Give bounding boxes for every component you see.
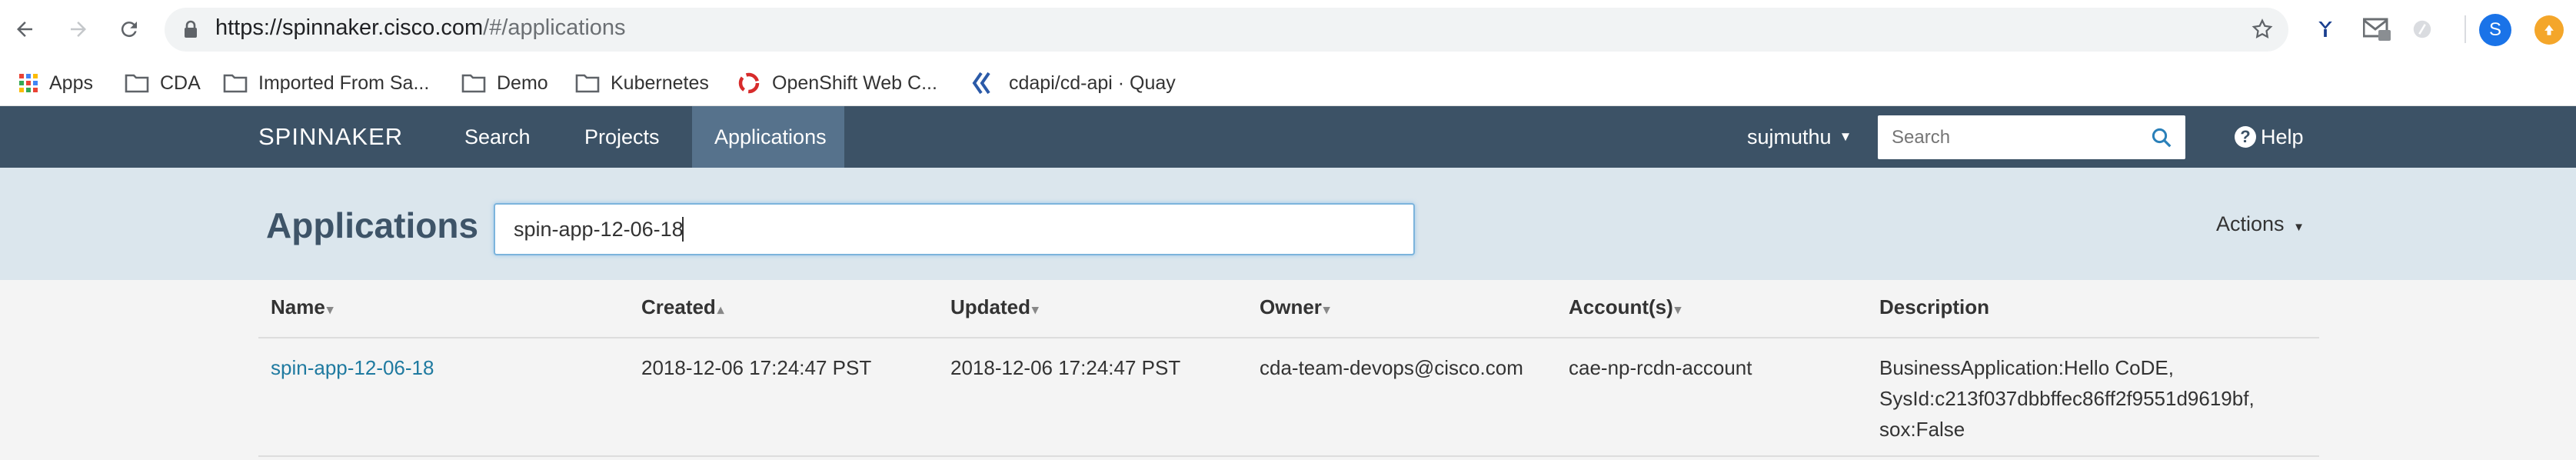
bookmark-openshift[interactable]: OpenShift Web C... [737,66,937,100]
nav-search[interactable]: Search [464,106,531,168]
bookmark-demo[interactable]: Demo [461,66,548,100]
openshift-icon [737,71,761,95]
bookmark-quay[interactable]: cdapi/cd-api · Quay [972,66,1176,100]
col-header-name[interactable]: Name ▾ [271,295,333,319]
toolbar-divider [2465,15,2466,43]
row-divider [258,455,2319,457]
bookmark-label: Apps [49,72,93,94]
sort-arrow-icon: ▾ [1323,302,1330,317]
bookmark-apps[interactable]: Apps [18,66,93,100]
nav-applications[interactable]: Applications [714,106,827,168]
col-header-owner[interactable]: Owner ▾ [1260,295,1330,319]
star-icon [2252,18,2273,38]
extension-circle-icon[interactable] [2408,15,2436,43]
cell-account: cae-np-rcdn-account [1569,356,1752,379]
nav-projects[interactable]: Projects [584,106,660,168]
help-label: Help [2261,125,2304,148]
back-button[interactable] [11,15,38,43]
folder-icon [575,73,600,93]
bookmark-label: Kubernetes [611,72,709,94]
apps-grid-icon [18,73,38,93]
profile-initial: S [2488,19,2501,40]
update-extension-icon[interactable] [2534,15,2564,45]
nav-search-box[interactable] [1878,115,2185,159]
sort-arrow-icon: ▾ [326,302,334,317]
extension-y-icon[interactable] [2311,15,2339,43]
application-filter-input[interactable]: spin-app-12-06-18 [494,203,1415,255]
url-text: https://spinnaker.cisco.com/#/applicatio… [215,15,626,41]
user-name: sujmuthu [1747,125,1832,148]
caret-down-icon: ▼ [1839,129,1852,144]
bookmark-label: Imported From Sa... [258,72,430,94]
cell-updated: 2018-12-06 17:24:47 PST [950,356,1181,379]
app-name-link[interactable]: spin-app-12-06-18 [271,352,434,383]
filter-value: spin-app-12-06-18 [514,218,684,241]
header-divider [258,337,2319,338]
bookmark-label: OpenShift Web C... [772,72,937,94]
back-arrow-icon [17,22,32,37]
reload-icon [121,22,137,38]
actions-label: Actions [2216,212,2285,235]
profile-avatar[interactable]: S [2479,14,2511,46]
forward-button[interactable] [65,15,92,43]
gmail-extension-icon[interactable] [2362,14,2393,45]
col-header-accounts[interactable]: Account(s) ▾ [1569,295,1681,319]
folder-icon [223,73,248,93]
url-host: https://spinnaker.cisco.com [215,15,484,40]
cell-description-line-2: SysId:c213f037dbbffec86ff2f9551d9619bf, [1879,387,2255,410]
col-header-created[interactable]: Created ▴ [641,295,724,319]
bookmark-label: cdapi/cd-api · Quay [1009,72,1176,94]
cell-created: 2018-12-06 17:24:47 PST [641,356,872,379]
sort-arrow-icon: ▾ [1032,302,1039,317]
caret-down-icon: ▼ [2293,221,2305,234]
folder-icon [461,73,486,93]
bookmark-label: CDA [160,72,201,94]
help-link[interactable]: ? Help [2235,106,2304,168]
spinnaker-brand[interactable]: SPINNAKER [258,106,403,168]
col-header-updated[interactable]: Updated ▾ [950,295,1039,319]
reload-button[interactable] [115,15,143,43]
quay-icon [972,71,998,95]
url-path: /#/applications [483,15,626,40]
folder-icon [125,73,149,93]
bookmark-cda[interactable]: CDA [125,66,201,100]
forward-arrow-icon [71,22,86,37]
bookmark-kubernetes[interactable]: Kubernetes [575,66,709,100]
text-cursor [682,217,684,242]
bookmark-label: Demo [497,72,548,94]
sort-arrow-icon: ▾ [1674,302,1682,317]
nav-search-input[interactable] [1892,125,2122,151]
user-menu[interactable]: sujmuthu ▼ [1747,106,1852,168]
search-icon[interactable] [2150,126,2173,149]
cell-owner: cda-team-devops@cisco.com [1260,356,1523,379]
col-header-description: Description [1879,295,1990,318]
page-title: Applications [266,205,479,245]
bookmark-imported[interactable]: Imported From Sa... [223,66,429,100]
lock-icon [183,20,198,38]
cell-description-line-3: sox:False [1879,418,1965,441]
question-circle-icon: ? [2235,126,2256,148]
actions-dropdown[interactable]: Actions ▼ [2216,212,2305,236]
sort-arrow-icon: ▴ [717,302,724,317]
bookmark-star-button[interactable] [2248,15,2276,43]
cell-description-line-1: BusinessApplication:Hello CoDE, [1879,356,2174,379]
